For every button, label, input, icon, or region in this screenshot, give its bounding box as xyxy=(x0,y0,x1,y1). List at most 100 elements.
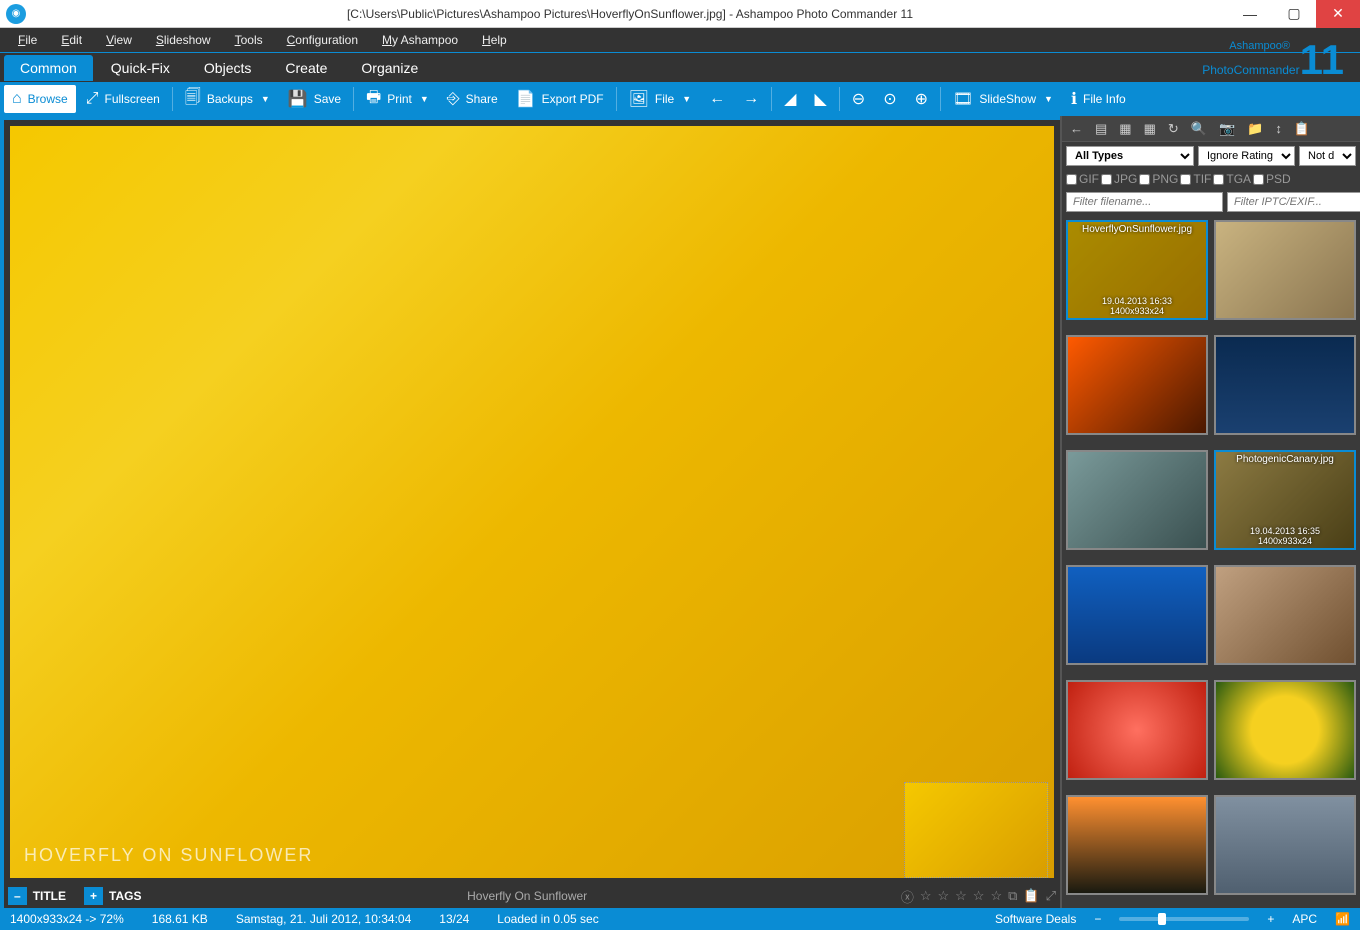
type-filter-select[interactable]: All Types xyxy=(1066,146,1194,166)
camera-icon[interactable]: 📷 xyxy=(1215,121,1239,137)
zoom-plus-icon[interactable]: + xyxy=(1267,912,1274,926)
date-filter-select[interactable]: Not d xyxy=(1299,146,1356,166)
pdf-icon: 📄 xyxy=(516,89,536,109)
image-icon: 🖼 xyxy=(629,89,649,109)
menu-tools[interactable]: Tools xyxy=(225,31,273,49)
photo-canvas[interactable]: HOVERFLY ON SUNFLOWER xyxy=(10,126,1054,878)
share-icon: ⎆ xyxy=(447,90,460,108)
star-icon[interactable]: ☆ xyxy=(920,888,932,904)
expand-icon[interactable]: ⤢ xyxy=(1046,888,1056,904)
ribbon-tabs: Common Quick-Fix Objects Create Organize xyxy=(0,52,1360,82)
expand-tags-button[interactable]: + xyxy=(84,887,103,905)
chevron-down-icon: ▼ xyxy=(420,94,429,104)
menu-edit[interactable]: Edit xyxy=(51,31,92,49)
status-deals[interactable]: Software Deals xyxy=(995,912,1076,926)
minimize-button[interactable]: — xyxy=(1228,0,1272,28)
copy-icon[interactable]: ⧉ xyxy=(1008,888,1017,904)
thumbnail[interactable] xyxy=(1214,795,1356,895)
prev-button[interactable]: ← xyxy=(701,85,733,113)
chk-tga[interactable]: TGA xyxy=(1213,172,1251,186)
tab-common[interactable]: Common xyxy=(4,55,93,81)
clear-icon[interactable]: ⓧ xyxy=(901,887,914,906)
chk-jpg[interactable]: JPG xyxy=(1101,172,1137,186)
zoom-slider[interactable] xyxy=(1119,917,1249,921)
thumbnail[interactable] xyxy=(1214,680,1356,780)
status-loadtime: Loaded in 0.05 sec xyxy=(497,912,598,926)
rating-filter-select[interactable]: Ignore Rating xyxy=(1198,146,1295,166)
zoom-in-button[interactable]: ⊕ xyxy=(907,85,936,113)
star-icon[interactable]: ☆ xyxy=(990,888,1002,904)
paste-icon[interactable]: 📋 xyxy=(1023,888,1039,904)
zoom-minus-icon[interactable]: − xyxy=(1094,912,1101,926)
print-button[interactable]: 🖶Print▼ xyxy=(358,85,437,113)
star-icon[interactable]: ☆ xyxy=(955,888,967,904)
menu-configuration[interactable]: Configuration xyxy=(277,31,368,49)
maximize-button[interactable]: ▢ xyxy=(1272,0,1316,28)
menubar: File Edit View Slideshow Tools Configura… xyxy=(0,28,1360,52)
thumbnail[interactable] xyxy=(1066,680,1208,780)
zoom-in-icon: ⊕ xyxy=(915,89,928,109)
menu-help[interactable]: Help xyxy=(472,31,517,49)
clipboard-icon[interactable]: 📋 xyxy=(1290,121,1314,137)
star-icon[interactable]: ☆ xyxy=(937,888,949,904)
flip-h-button[interactable]: ◢ xyxy=(776,85,804,113)
thumbnail[interactable] xyxy=(1066,450,1208,550)
sort-icon[interactable]: ↕ xyxy=(1271,121,1286,136)
close-button[interactable]: ✕ xyxy=(1316,0,1360,28)
thumbnail[interactable]: HoverflyOnSunflower.jpg19.04.2013 16:331… xyxy=(1066,220,1208,320)
tab-organize[interactable]: Organize xyxy=(345,55,434,81)
search-icon[interactable]: 🔍 xyxy=(1187,121,1211,137)
menu-myashampoo[interactable]: My Ashampoo xyxy=(372,31,468,49)
backups-button[interactable]: 🗐Backups▼ xyxy=(177,85,278,113)
title-label: TITLE xyxy=(33,889,66,903)
thumbnail[interactable] xyxy=(1066,795,1208,895)
menu-view[interactable]: View xyxy=(96,31,142,49)
chk-tif[interactable]: TIF xyxy=(1180,172,1211,186)
separator xyxy=(616,87,617,111)
next-button[interactable]: → xyxy=(735,85,767,113)
flip-v-button[interactable]: ◣ xyxy=(806,85,834,113)
share-button[interactable]: ⎆Share xyxy=(439,85,506,113)
title-input[interactable] xyxy=(159,889,894,903)
thumbnail[interactable]: PhotogenicCanary.jpg19.04.2013 16:351400… xyxy=(1214,450,1356,550)
iptc-filter-input[interactable] xyxy=(1227,192,1360,212)
fileinfo-button[interactable]: ℹFile Info xyxy=(1063,85,1134,113)
zoom-fit-button[interactable]: ⊙ xyxy=(875,85,904,113)
exportpdf-button[interactable]: 📄Export PDF xyxy=(508,85,612,113)
zoom-knob[interactable] xyxy=(1158,913,1166,925)
thumbnail[interactable] xyxy=(1214,220,1356,320)
chk-png[interactable]: PNG xyxy=(1139,172,1178,186)
slideshow-button[interactable]: 🎞SlideShow▼ xyxy=(945,85,1061,113)
thumbnail[interactable] xyxy=(1066,565,1208,665)
up-icon[interactable]: ▤ xyxy=(1091,121,1111,137)
menu-file[interactable]: File xyxy=(8,31,47,49)
tab-create[interactable]: Create xyxy=(269,55,343,81)
view-grid-icon[interactable]: ▦ xyxy=(1140,121,1160,137)
view-list-icon[interactable]: ▦ xyxy=(1115,121,1135,137)
tab-objects[interactable]: Objects xyxy=(188,55,267,81)
back-icon[interactable]: ← xyxy=(1066,121,1087,136)
thumbnail[interactable] xyxy=(1214,565,1356,665)
chk-psd[interactable]: PSD xyxy=(1253,172,1291,186)
star-icon[interactable]: ☆ xyxy=(973,888,985,904)
zoom-out-button[interactable]: ⊖ xyxy=(844,85,873,113)
photo-caption: HOVERFLY ON SUNFLOWER xyxy=(24,845,313,866)
menu-slideshow[interactable]: Slideshow xyxy=(146,31,221,49)
thumbnail-grid[interactable]: HoverflyOnSunflower.jpg19.04.2013 16:331… xyxy=(1062,216,1360,908)
thumbnail[interactable] xyxy=(1066,335,1208,435)
flip-h-icon: ◢ xyxy=(784,89,796,109)
refresh-icon[interactable]: ↻ xyxy=(1164,121,1183,137)
filename-filter-input[interactable] xyxy=(1066,192,1223,212)
app-icon: ◉ xyxy=(6,4,26,24)
tab-quickfix[interactable]: Quick-Fix xyxy=(95,55,186,81)
file-button[interactable]: 🖼File▼ xyxy=(621,85,700,113)
collapse-title-button[interactable]: – xyxy=(8,887,27,905)
fullscreen-button[interactable]: ⤢Fullscreen xyxy=(78,85,168,113)
backup-icon: 🗐 xyxy=(185,86,201,113)
mini-navigator[interactable] xyxy=(904,782,1048,878)
folder-icon[interactable]: 📁 xyxy=(1243,121,1267,137)
browse-button[interactable]: ⌂Browse xyxy=(4,85,76,113)
save-button[interactable]: 💾Save xyxy=(280,85,349,113)
thumbnail[interactable] xyxy=(1214,335,1356,435)
chk-gif[interactable]: GIF xyxy=(1066,172,1099,186)
